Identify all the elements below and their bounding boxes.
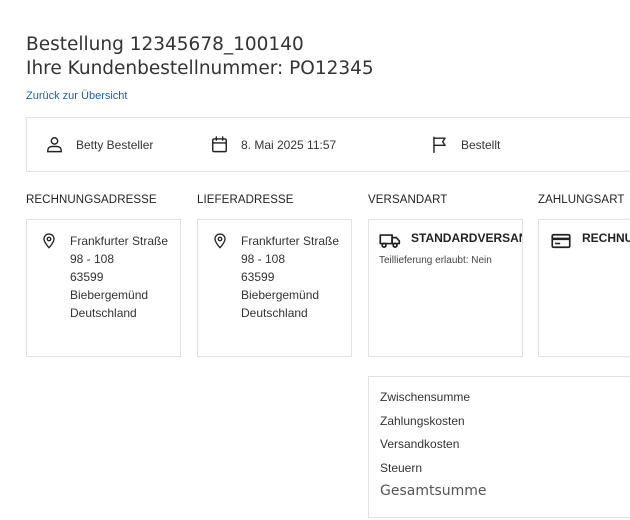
shipping-method-name: STANDARDVERSAND [411,231,522,245]
user-icon [45,135,64,154]
billing-address-card: Frankfurter Straße 98 - 108 63599 Bieber… [26,219,181,357]
billing-country: Deutschland [70,306,137,320]
billing-zip: 63599 [70,270,104,284]
shipping-method-heading: VERSANDART [368,194,448,206]
billing-city: Biebergemünd [70,288,149,302]
customer-name: Betty Besteller [76,137,154,152]
summary-customer: Betty Besteller [45,118,153,171]
delivery-address-card: Frankfurter Straße 98 - 108 63599 Bieber… [197,219,352,357]
customer-order-number: Ihre Kundenbestellnummer: PO12345 [26,58,374,79]
order-summary-bar: Betty Besteller 8. Mai 2025 11:57 Bestel… [26,117,630,172]
map-pin-icon [212,232,228,255]
delivery-number: 98 - 108 [241,252,286,266]
taxes-label: Steuern [380,461,423,475]
payment-method-name: RECHNUNG [582,231,630,245]
summary-status: Bestellt [430,118,500,171]
billing-address-heading: RECHNUNGSADRESSE [26,194,157,206]
map-pin-icon [41,232,57,255]
delivery-country: Deutschland [241,306,308,320]
delivery-address-lines: Frankfurter Straße 98 - 108 63599 Bieber… [241,232,339,322]
delivery-city: Biebergemünd [241,288,320,302]
order-totals-box: Zwischensumme Zahlungskosten Versandkost… [368,376,630,518]
delivery-street: Frankfurter Straße [241,234,340,248]
order-status: Bestellt [461,137,501,152]
credit-card-icon [551,233,571,254]
shipping-costs-label: Versandkosten [380,437,460,451]
page-title: Bestellung 12345678_100140 Ihre Kundenbe… [26,33,374,81]
grand-total-label: Gesamtsumme [380,483,487,499]
payment-costs-label: Zahlungskosten [380,414,465,428]
payment-method-heading: ZAHLUNGSART [538,194,625,206]
truck-icon [379,232,401,255]
delivery-zip: 63599 [241,270,275,284]
order-date: 8. Mai 2025 11:57 [241,137,337,152]
flag-icon [430,135,449,154]
order-title: Bestellung 12345678_100140 [26,34,304,55]
subtotal-label: Zwischensumme [380,390,471,404]
delivery-address-heading: LIEFERADRESSE [197,194,294,206]
billing-street: Frankfurter Straße [70,234,169,248]
calendar-icon [210,135,229,154]
shipping-method-card: STANDARDVERSAND Teillieferung erlaubt: N… [368,219,523,357]
summary-date: 8. Mai 2025 11:57 [210,118,336,171]
billing-address-lines: Frankfurter Straße 98 - 108 63599 Bieber… [70,232,168,322]
billing-number: 98 - 108 [70,252,115,266]
back-to-overview-link[interactable]: Zurück zur Übersicht [26,90,127,102]
partial-delivery-note: Teillieferung erlaubt: Nein [379,255,492,266]
payment-method-card: RECHNUNG [538,219,630,357]
